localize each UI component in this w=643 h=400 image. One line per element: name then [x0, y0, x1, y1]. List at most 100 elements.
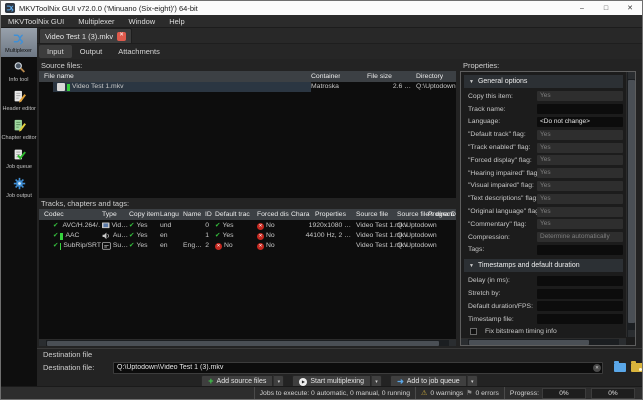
no-icon: ✕	[257, 223, 264, 230]
section-general-options[interactable]: ▼ General options	[464, 75, 623, 88]
check-icon: ✔	[129, 223, 134, 230]
collapse-icon: ▼	[469, 79, 474, 85]
sidebar-item-multiplexer[interactable]: Multiplexer	[1, 28, 37, 57]
document-tab-label: Video Test 1 (3).mkv	[45, 32, 113, 41]
collapse-icon: ▼	[469, 345, 474, 346]
scroll-thumb[interactable]	[47, 341, 439, 346]
properties-horizontal-scrollbar[interactable]	[461, 338, 626, 345]
source-file-size: 2.6 …	[369, 82, 411, 92]
play-icon: ▶	[299, 378, 307, 386]
default-destination-folder-icon[interactable]	[631, 363, 643, 372]
delay-input[interactable]	[537, 276, 623, 286]
scroll-right-arrow[interactable]	[619, 339, 626, 346]
scroll-left-arrow[interactable]	[461, 339, 468, 346]
track-id: 1	[199, 231, 209, 241]
track-language: en	[160, 231, 168, 241]
job-output-gear-icon	[13, 177, 26, 192]
visual-impaired-flag-label: "Visual impaired" flag:	[464, 182, 537, 189]
language-select[interactable]: <Do not change>	[537, 117, 623, 127]
scroll-left-arrow[interactable]	[39, 340, 46, 346]
column-header-delay[interactable]: Delay	[451, 209, 456, 220]
scroll-thumb[interactable]	[469, 340, 589, 345]
menu-mkvtoolnix-gui[interactable]: MKVToolNix GUI	[1, 15, 71, 27]
column-header-source-file[interactable]: Source file	[356, 209, 388, 220]
column-header-container[interactable]: Container	[311, 71, 340, 82]
sidebar-item-job-output[interactable]: Job output	[1, 173, 37, 202]
track-default: No	[224, 241, 233, 251]
menubar: MKVToolNix GUI Multiplexer Window Help	[1, 15, 642, 28]
sidebar-item-info-tool[interactable]: Info tool	[1, 57, 37, 86]
menu-window[interactable]: Window	[122, 15, 163, 27]
hearing-impaired-flag-field: Yes	[537, 168, 623, 178]
track-row-video[interactable]: ✔ AVC/H.264/… Vid… ✔Yes und 0 ✔Yes ✕No 1…	[39, 221, 456, 231]
destination-file-input[interactable]	[113, 362, 603, 374]
properties-label: Properties:	[463, 61, 499, 70]
properties-vertical-scrollbar[interactable]	[626, 72, 635, 337]
track-properties: 44100 Hz, 2 …	[291, 231, 351, 241]
scroll-down-arrow[interactable]	[628, 330, 635, 337]
track-enabled-flag-field: Yes	[537, 143, 623, 153]
track-id: 2	[199, 241, 209, 251]
sidebar-item-label: Multiplexer	[6, 48, 33, 54]
destination-file-label: Destination file:	[43, 363, 94, 372]
minimize-button[interactable]: –	[570, 1, 594, 15]
tracks-horizontal-scrollbar[interactable]	[39, 339, 456, 346]
total-progress: 0%	[591, 388, 635, 399]
column-header-file-size[interactable]: File size	[367, 71, 413, 82]
fix-bitstream-checkbox[interactable]	[470, 328, 477, 335]
clear-destination-icon[interactable]: ✕	[593, 364, 601, 372]
track-row-audio[interactable]: ✔ AAC Au… ✔Yes en 1 ✔Yes ✕No 44100 Hz, 2…	[39, 231, 456, 241]
tab-close-icon[interactable]: ✕	[117, 32, 126, 41]
source-file-row[interactable]: Video Test 1.mkv Matroska 2.6 … Q:\Uptod…	[39, 82, 456, 92]
sidebar-item-header-editor[interactable]: Header editor	[1, 86, 37, 115]
window-controls: – □ ✕	[570, 1, 642, 15]
track-properties: 1920x1080 …	[291, 221, 351, 231]
window-title: MKVToolNix GUI v72.0.0 ('Minuano (Six-ei…	[19, 4, 198, 13]
column-header-language[interactable]: Langu	[160, 209, 179, 220]
source-file-container: Matroska	[311, 82, 339, 92]
column-header-characteristics[interactable]: Chara	[291, 209, 313, 220]
tab-input[interactable]: Input	[39, 45, 72, 58]
sidebar-item-job-queue[interactable]: Job queue	[1, 144, 37, 173]
multiplexer-view: Video Test 1 (3).mkv ✕ Input Output Atta…	[37, 28, 642, 386]
maximize-button[interactable]: □	[594, 1, 618, 15]
track-forced: No	[266, 221, 275, 231]
menu-multiplexer[interactable]: Multiplexer	[71, 15, 121, 27]
column-header-properties[interactable]: Properties	[315, 209, 346, 220]
stretch-by-input[interactable]	[537, 289, 623, 299]
timestamp-file-input[interactable]	[537, 314, 623, 324]
track-source-dir: Q:\Uptodown	[397, 241, 437, 251]
header-editor-icon	[13, 90, 26, 105]
track-row-subtitles[interactable]: ✔ SubRip/SRT Su… ✔Yes en Eng… 2 ✕No ✕No …	[39, 241, 456, 251]
check-icon: ✔	[129, 233, 134, 240]
scroll-up-arrow[interactable]	[628, 72, 635, 79]
column-header-default-track[interactable]: Default trac	[215, 209, 250, 220]
column-header-codec[interactable]: Codec	[44, 209, 64, 220]
column-header-directory[interactable]: Directory	[416, 71, 443, 82]
section-timestamps[interactable]: ▼ Timestamps and default duration	[464, 259, 623, 272]
document-tab[interactable]: Video Test 1 (3).mkv ✕	[39, 28, 132, 43]
scroll-right-arrow[interactable]	[449, 340, 456, 346]
tab-output[interactable]: Output	[72, 45, 111, 58]
copy-this-item-label: Copy this item:	[464, 93, 537, 100]
column-header-name[interactable]: Name	[183, 209, 201, 220]
menu-help[interactable]: Help	[162, 15, 191, 27]
column-header-forced-display[interactable]: Forced dis	[257, 209, 289, 220]
compression-field: Determine automatically	[537, 232, 623, 242]
track-forced: No	[266, 241, 275, 251]
column-header-id[interactable]: ID	[205, 209, 212, 220]
column-header-type[interactable]: Type	[102, 209, 117, 220]
tags-input[interactable]	[537, 245, 623, 255]
close-button[interactable]: ✕	[618, 1, 642, 15]
statusbar: Jobs to execute: 0 automatic, 0 manual, …	[1, 386, 642, 399]
column-header-file-name[interactable]: File name	[44, 71, 74, 82]
default-duration-input[interactable]	[537, 301, 623, 311]
track-name-input[interactable]	[537, 104, 623, 114]
browse-destination-folder-icon[interactable]	[614, 363, 626, 372]
column-header-copy-item[interactable]: Copy item	[129, 209, 160, 220]
sidebar-item-chapter-editor[interactable]: Chapter editor	[1, 115, 37, 144]
scroll-thumb[interactable]	[628, 80, 635, 323]
forced-display-flag-label: "Forced display" flag:	[464, 157, 537, 164]
destination-separator	[37, 348, 642, 349]
tab-attachments[interactable]: Attachments	[110, 45, 168, 58]
